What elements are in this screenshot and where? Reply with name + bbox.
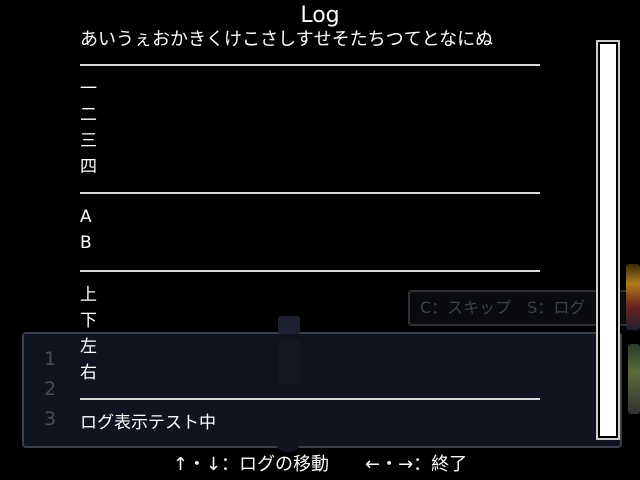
message-line-number: 2 [44, 378, 57, 400]
log-line: B [80, 233, 92, 253]
log-line: A [80, 207, 92, 227]
message-line-number: 1 [44, 348, 57, 370]
log-scrollbar[interactable] [596, 40, 620, 440]
message-window-line-numbers: 1 2 3 [44, 344, 64, 434]
log-entry: A B [80, 194, 540, 270]
character-sprite [628, 344, 640, 414]
log-line: 右 [80, 363, 97, 383]
log-line: 上 [80, 285, 97, 305]
log-entry: ログ表示テスト中 [80, 400, 540, 436]
log-entry: 一 二 三 四 [80, 66, 540, 192]
log-line: 四 [80, 157, 97, 177]
controls-hint: ↑・↓：ログの移動 ←・→：終了 [172, 454, 468, 475]
log-entry: 上 下 左 右 [80, 272, 540, 398]
log-panel[interactable]: あいうぇおかきくけこさしすせそたちつてとなにぬ 一 二 三 四 A B 上 下 … [80, 28, 540, 436]
log-line: 三 [80, 131, 97, 151]
log-line: ログ表示テスト中 [80, 413, 216, 433]
log-line: 下 [80, 311, 97, 331]
log-entry: あいうぇおかきくけこさしすせそたちつてとなにぬ [80, 28, 540, 64]
message-line-number: 3 [44, 408, 57, 430]
log-line: 二 [80, 105, 97, 125]
log-line: 一 [80, 79, 97, 99]
log-line: あいうぇおかきくけこさしすせそたちつてとなにぬ [80, 29, 494, 50]
scrollbar-thumb[interactable] [600, 44, 616, 436]
log-line: 左 [80, 337, 97, 357]
log-title: Log [300, 3, 340, 28]
character-sprite [626, 264, 640, 330]
